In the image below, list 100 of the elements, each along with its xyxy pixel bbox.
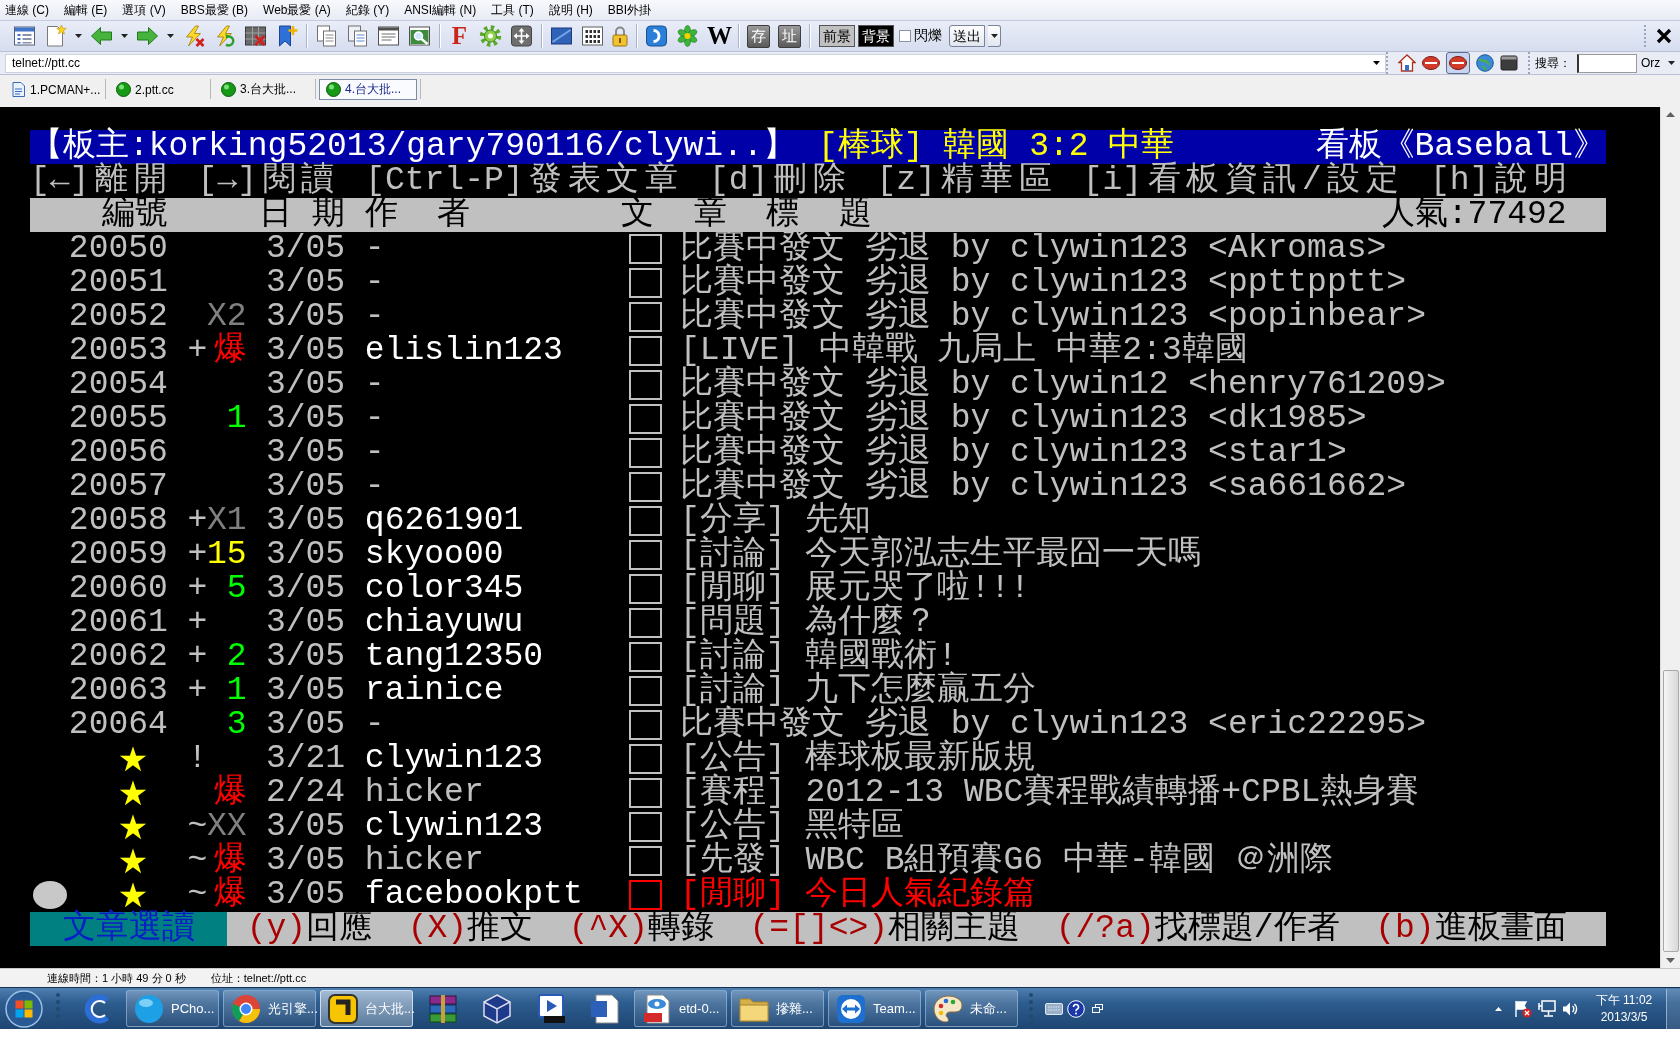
show-desktop-button[interactable] [1666,988,1680,1029]
move-arrows-icon[interactable] [510,25,533,47]
post-date: 3/05 [265,708,346,742]
star-icon: ★ [117,742,149,776]
square-icon [628,778,662,808]
send-button[interactable]: 送出 [949,25,985,47]
taskbar-button[interactable]: 光引擎... [223,990,316,1027]
down-arrow-icon[interactable] [1666,958,1675,963]
caret-icon[interactable] [1373,61,1380,65]
window-cross-icon[interactable] [244,25,267,47]
key-hint: (^X)轉錄 [568,912,714,946]
window-magnifier-icon[interactable] [408,25,431,47]
flower-icon[interactable] [676,25,699,47]
menu-item[interactable]: 工具 (T) [491,2,534,18]
pages-icon[interactable] [315,25,338,47]
new-page-icon[interactable] [44,25,67,47]
font-button[interactable]: F [448,24,471,48]
tile-icon[interactable] [328,993,358,1024]
tab[interactable]: 3.台大批... [214,79,312,100]
dropdown-button[interactable] [988,25,1001,47]
menu-item[interactable]: 說明 (H) [548,2,593,18]
caret-icon[interactable] [167,34,174,38]
start-button[interactable] [5,989,43,1028]
author-name: - [364,402,385,436]
unread-mark: ~ [187,810,208,844]
left-arrow-icon[interactable] [90,25,113,47]
scrollbar[interactable] [1660,107,1680,968]
taskbar-button[interactable]: etd-0... [634,990,727,1027]
wiki-button[interactable]: W [707,24,730,48]
blink-checkbox[interactable] [899,30,911,42]
background-color-button[interactable]: 背景 [858,25,894,47]
search-field[interactable] [1577,53,1637,73]
save-button[interactable]: 存 [747,24,770,48]
post-title[interactable]: [閒聊] 今日人氣紀錄篇 [680,878,1037,912]
palette-icon[interactable] [933,993,963,1024]
menu-item[interactable]: ANSI編輯 (N) [404,2,477,18]
engine-dropdown[interactable]: Orz [1641,56,1676,70]
menu-item[interactable]: BBS最愛 (B) [180,2,249,18]
terminal-icon[interactable] [1500,54,1518,72]
help-icon[interactable] [1067,999,1085,1018]
tab[interactable]: 1.PCMAN+... [4,79,102,100]
tile-icon[interactable] [645,25,668,47]
caret-icon[interactable] [1495,1006,1502,1011]
screen-icon[interactable] [550,25,573,47]
pill-icon[interactable] [1422,54,1440,72]
tab[interactable]: 4.台大批... [319,79,417,100]
globe-icon[interactable] [1476,54,1494,72]
caret-icon[interactable] [121,34,128,38]
star-icon: ★ [117,810,149,844]
cube-icon[interactable] [482,993,512,1024]
close-icon[interactable] [1656,28,1672,44]
caret-icon[interactable] [1668,61,1676,65]
play-icon[interactable] [536,993,566,1024]
taskbar-button[interactable]: PCho... [126,990,219,1027]
settings-icon[interactable] [479,25,502,47]
taskbar-button[interactable]: 未命... [925,990,1018,1027]
disc-icon[interactable] [134,993,164,1024]
page-lines-icon[interactable] [346,25,369,47]
flag-icon[interactable] [1514,999,1532,1018]
address-button[interactable]: 址 [778,24,801,48]
home-icon[interactable] [1398,54,1416,72]
menu-item[interactable]: 紀錄 (Y) [345,2,390,18]
menu-item[interactable]: BBI外掛 [607,2,652,18]
up-arrow-icon[interactable] [1666,112,1675,117]
document-icon[interactable] [11,82,26,97]
address-field[interactable]: telnet://ptt.cc [5,53,1386,73]
books-icon[interactable] [428,993,458,1024]
volume-icon[interactable] [1562,1000,1578,1017]
padlock-icon[interactable] [612,25,628,47]
network-icon[interactable] [1538,999,1556,1018]
eye-document-icon[interactable] [642,993,672,1024]
character-grid-icon[interactable] [581,25,604,47]
taskbar-button[interactable]: Team... [828,990,921,1027]
caret-icon[interactable] [990,34,998,38]
taskbar-button[interactable]: 摻雜... [731,990,824,1027]
square-icon [628,404,662,434]
caret-icon[interactable] [75,34,82,38]
document-icon[interactable] [590,993,620,1024]
foreground-color-button[interactable]: 前景 [819,25,855,47]
post-date: 3/05 [265,674,346,708]
scrollbar-thumb[interactable] [1662,670,1679,952]
clock[interactable]: 下午 11:02 2013/3/5 [1593,991,1655,1026]
author-name: rainice [364,674,504,708]
push-count: 爆 [213,878,247,912]
menu-item[interactable]: 選項 (V) [122,2,166,18]
post-date: 3/21 [265,742,346,776]
menu-item[interactable]: 編輯 (E) [64,2,108,18]
crescent-icon[interactable] [82,993,112,1024]
menu-item[interactable]: 連線 (C) [5,2,49,18]
keyboard-icon[interactable] [1045,1002,1063,1015]
tab[interactable]: 2.ptt.cc [109,79,207,100]
window-icon[interactable] [377,25,400,47]
window-stack-icon[interactable] [1092,1004,1103,1013]
ring-icon[interactable] [231,993,261,1024]
article-number: 20064 [68,708,168,742]
right-arrow-icon[interactable] [136,25,159,47]
window-list-icon[interactable] [13,25,36,47]
square-icon [628,540,662,570]
author-name: facebookptt [364,878,583,912]
menu-item[interactable]: Web最愛 (A) [263,2,331,18]
